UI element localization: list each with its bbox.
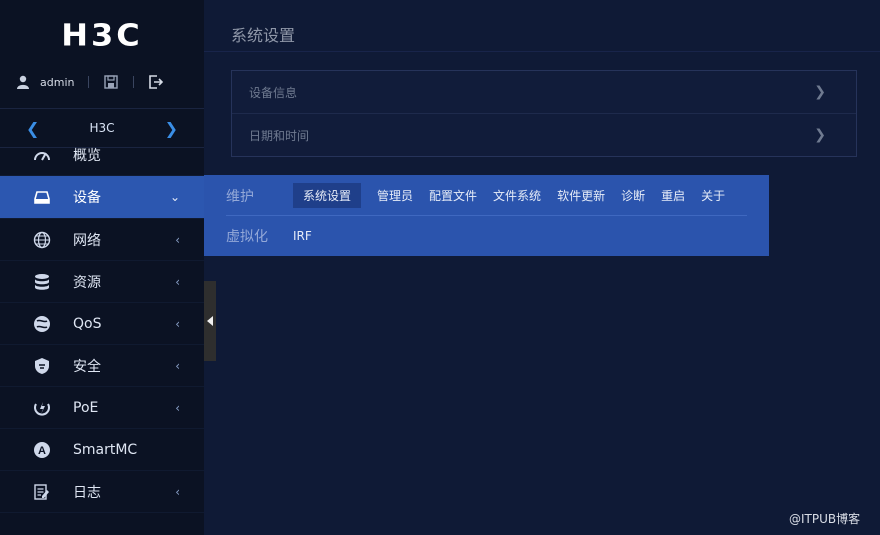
row-device-info[interactable]: 设备信息 ❯ bbox=[232, 71, 856, 114]
submenu-item-system-settings[interactable]: 系统设置 bbox=[293, 183, 362, 208]
user-bar: admin bbox=[0, 70, 204, 109]
row-label: 日期和时间 bbox=[249, 128, 310, 143]
sidebar-item-label: 日志 bbox=[73, 484, 101, 501]
database-icon bbox=[33, 273, 51, 291]
sidebar: H3C admin ❮ H3C ❯ 概览 设备 ⌄ 网络 ‹ 资源 ‹ QoS … bbox=[0, 0, 204, 535]
submenu-item-software-update[interactable]: 软件更新 bbox=[557, 184, 605, 207]
sidebar-collapse-handle[interactable] bbox=[204, 281, 216, 361]
chevron-left-icon: ‹ bbox=[175, 484, 180, 499]
sidebar-item-label: 概览 bbox=[73, 147, 101, 164]
username: admin bbox=[40, 75, 75, 89]
device-submenu: 维护 系统设置 管理员 配置文件 文件系统 软件更新 诊断 重启 关于 虚拟化 … bbox=[204, 175, 769, 256]
logo-area: H3C bbox=[0, 0, 204, 70]
poe-icon bbox=[33, 399, 51, 417]
device-name: H3C bbox=[89, 121, 115, 135]
device-icon bbox=[33, 188, 51, 206]
sidebar-item-label: 设备 bbox=[73, 190, 101, 206]
submenu-item-irf[interactable]: IRF bbox=[293, 226, 312, 246]
sidebar-item-qos[interactable]: QoS ‹ bbox=[0, 303, 204, 345]
sidebar-menu: 概览 设备 ⌄ 网络 ‹ 资源 ‹ QoS ‹ 安全 ‹ PoE ‹ A Sma… bbox=[0, 134, 204, 513]
chevron-down-icon: ⌄ bbox=[169, 190, 180, 204]
submenu-category: 维护 bbox=[226, 188, 254, 205]
submenu-divider bbox=[226, 215, 747, 216]
sidebar-item-device[interactable]: 设备 ⌄ bbox=[0, 176, 204, 219]
watermark: @ITPUB博客 bbox=[789, 512, 861, 526]
sidebar-item-security[interactable]: 安全 ‹ bbox=[0, 345, 204, 387]
dashboard-icon bbox=[33, 146, 51, 164]
svg-text:A: A bbox=[38, 445, 46, 457]
submenu-item-diagnostics[interactable]: 诊断 bbox=[621, 184, 645, 207]
sidebar-item-poe[interactable]: PoE ‹ bbox=[0, 387, 204, 429]
sidebar-item-label: 网络 bbox=[73, 232, 101, 249]
chevron-left-icon: ‹ bbox=[175, 274, 180, 289]
logout-icon[interactable] bbox=[148, 74, 164, 90]
chevron-left-icon: ‹ bbox=[175, 316, 180, 331]
title-divider bbox=[204, 51, 880, 52]
chevron-left-icon: ‹ bbox=[175, 358, 180, 373]
shield-icon bbox=[33, 357, 51, 375]
row-date-time[interactable]: 日期和时间 ❯ bbox=[232, 114, 856, 156]
sidebar-item-label: 资源 bbox=[73, 274, 101, 291]
row-label: 设备信息 bbox=[249, 85, 298, 100]
sidebar-item-label: PoE bbox=[73, 399, 99, 416]
log-icon bbox=[33, 483, 51, 501]
triangle-left-icon bbox=[207, 316, 213, 326]
sidebar-item-log[interactable]: 日志 ‹ bbox=[0, 471, 204, 513]
user-icon bbox=[17, 75, 29, 89]
sidebar-item-label: QoS bbox=[73, 315, 102, 332]
divider bbox=[133, 76, 135, 88]
settings-panel: 设备信息 ❯ 日期和时间 ❯ bbox=[231, 70, 857, 157]
sidebar-item-network[interactable]: 网络 ‹ bbox=[0, 219, 204, 261]
divider bbox=[88, 76, 90, 88]
chevron-right-icon: ❯ bbox=[814, 84, 826, 100]
smartmc-icon: A bbox=[33, 441, 51, 459]
sidebar-item-resources[interactable]: 资源 ‹ bbox=[0, 261, 204, 303]
submenu-item-config-file[interactable]: 配置文件 bbox=[429, 184, 477, 207]
sidebar-item-label: 安全 bbox=[73, 358, 101, 375]
submenu-item-reboot[interactable]: 重启 bbox=[661, 184, 685, 207]
sidebar-item-overview[interactable]: 概览 bbox=[0, 134, 204, 176]
submenu-item-about[interactable]: 关于 bbox=[701, 184, 725, 207]
page-title: 系统设置 bbox=[231, 26, 296, 45]
save-icon[interactable] bbox=[103, 74, 119, 90]
qos-icon bbox=[33, 315, 51, 333]
submenu-row-virtualization: 虚拟化 IRF bbox=[226, 226, 328, 246]
chevron-left-icon: ‹ bbox=[175, 232, 180, 247]
submenu-item-admin[interactable]: 管理员 bbox=[377, 184, 413, 207]
sidebar-item-smartmc[interactable]: A SmartMC bbox=[0, 429, 204, 471]
globe-icon bbox=[33, 231, 51, 249]
chevron-left-icon: ‹ bbox=[175, 400, 180, 415]
submenu-row-maintenance: 维护 系统设置 管理员 配置文件 文件系统 软件更新 诊断 重启 关于 bbox=[226, 183, 741, 208]
sidebar-item-label: SmartMC bbox=[73, 441, 138, 458]
chevron-right-icon: ❯ bbox=[814, 127, 826, 143]
h3c-logo: H3C bbox=[61, 16, 143, 54]
submenu-item-file-system[interactable]: 文件系统 bbox=[493, 184, 541, 207]
submenu-category: 虚拟化 bbox=[226, 229, 268, 245]
